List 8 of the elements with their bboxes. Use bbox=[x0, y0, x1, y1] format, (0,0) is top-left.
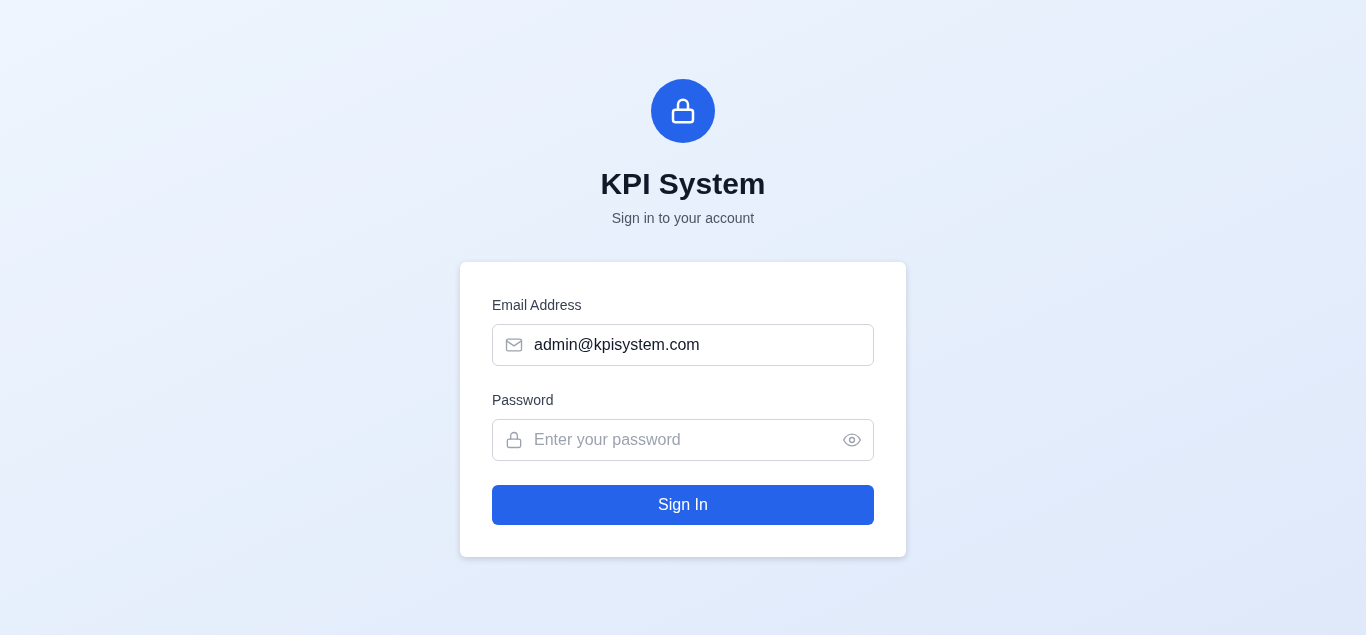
lock-icon bbox=[504, 430, 524, 450]
field-label: Email Address bbox=[492, 296, 582, 315]
sign-in-button[interactable]: Sign In bbox=[492, 485, 874, 525]
email-field[interactable]: admin@kpisystem.com bbox=[492, 324, 874, 366]
app-title: KPI System bbox=[600, 166, 766, 202]
password-field[interactable]: Enter your password bbox=[492, 419, 874, 461]
subtitle: Sign in to your account bbox=[611, 209, 755, 228]
field-label: Password bbox=[492, 391, 554, 410]
